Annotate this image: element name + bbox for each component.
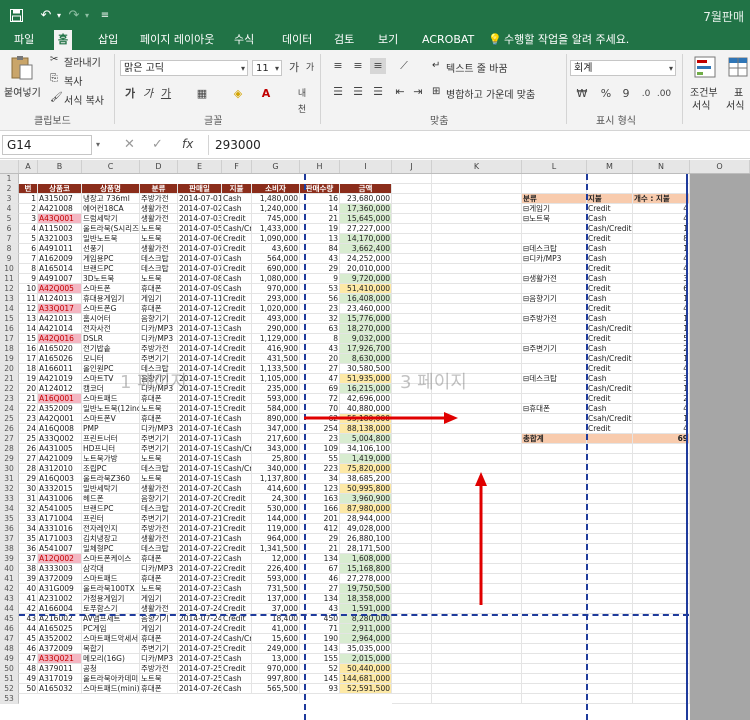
font-name-value: 맑은 고딕 <box>124 63 164 74</box>
alignment-group-label: 맞춤 <box>430 116 449 127</box>
name-box[interactable]: G14 <box>2 135 92 155</box>
enter-icon[interactable]: ✓ <box>152 137 163 152</box>
ribbon-separator <box>566 54 567 124</box>
arrow-right-head <box>444 412 458 424</box>
align-middle-icon[interactable]: ≡ <box>350 58 366 74</box>
copy-button[interactable]: 복사 <box>64 73 82 88</box>
name-box-dropdown-icon[interactable]: ▾ <box>96 140 100 149</box>
redo-dropdown-icon[interactable]: ▾ <box>82 6 92 24</box>
copy-icon[interactable]: ⎘ <box>50 73 58 84</box>
align-center-icon[interactable]: ☰ <box>350 84 366 100</box>
font-size-select[interactable]: 11 ▾ <box>252 60 282 76</box>
ribbon-separator <box>682 54 683 124</box>
tab-home[interactable]: 홈 <box>54 30 73 50</box>
percent-button[interactable]: % <box>598 86 614 102</box>
tab-insert[interactable]: 삽입 <box>94 30 122 50</box>
redo-icon[interactable]: ↷ <box>66 6 82 24</box>
wrap-text-button[interactable]: 텍스트 줄 바꿈 <box>446 60 508 75</box>
window-title: 7월판매 <box>703 10 744 24</box>
format-painter-icon[interactable]: 🖌 <box>50 92 63 103</box>
border-icon[interactable]: ▦ <box>194 86 210 102</box>
undo-dropdown-icon[interactable]: ▾ <box>54 6 64 24</box>
ribbon-tabs: 파일 홈 삽입 페이지 레이아웃 수식 데이터 검토 보기 ACROBAT 💡 … <box>0 30 750 50</box>
indent-decrease-icon[interactable]: ⇤ <box>392 84 408 100</box>
paste-icon[interactable] <box>8 54 36 82</box>
tab-acrobat[interactable]: ACROBAT <box>418 30 478 50</box>
font-group-label: 글꼴 <box>204 116 223 127</box>
comma-button[interactable]: 9 <box>618 86 634 102</box>
conditional-format-button-line2[interactable]: 서식 <box>692 97 710 112</box>
clipboard-group-label: 클립보드 <box>34 116 71 127</box>
tab-review[interactable]: 검토 <box>330 30 358 50</box>
align-right-icon[interactable]: ☰ <box>370 84 386 100</box>
chevron-down-icon: ▾ <box>274 64 279 73</box>
orientation-icon[interactable]: ⟋ <box>396 58 412 74</box>
chevron-down-icon: ▾ <box>240 64 245 73</box>
font-color-icon[interactable]: A <box>258 86 274 102</box>
cut-button[interactable]: 잘라내기 <box>64 54 101 69</box>
format-painter-button[interactable]: 서식 복사 <box>64 92 104 107</box>
align-top-icon[interactable]: ≡ <box>330 58 346 74</box>
font-shrink-icon[interactable]: 가 <box>302 60 318 76</box>
phonetic-icon[interactable]: 내천 <box>294 86 310 115</box>
font-grow-icon[interactable]: 가 <box>286 60 302 76</box>
table-format-button-line2[interactable]: 서식 <box>726 97 744 112</box>
worksheet-grid[interactable]: ABCDEFGHIJKLMNO 1 2 번 상품코 상품명 분류 판매일 지불 소비자 판매수량 금… <box>0 160 750 720</box>
insert-function-icon[interactable]: fx <box>182 137 193 151</box>
customize-icon[interactable]: ≡ <box>98 6 112 24</box>
save-icon[interactable] <box>8 6 24 24</box>
merge-center-button[interactable]: 병합하고 가운데 맞춤 <box>446 86 535 101</box>
ribbon-separator <box>114 54 115 124</box>
wrap-text-icon[interactable]: ↵ <box>432 60 440 71</box>
fill-color-icon[interactable]: ◈ <box>230 86 246 102</box>
tab-view[interactable]: 보기 <box>374 30 402 50</box>
formula-input[interactable]: 293000 <box>208 135 748 155</box>
formula-bar: G14 ▾ ✕ ✓ fx 293000 <box>0 132 750 159</box>
ribbon-separator <box>320 54 321 124</box>
align-left-icon[interactable]: ☰ <box>330 84 346 100</box>
tab-page-layout[interactable]: 페이지 레이아웃 <box>136 30 218 50</box>
cut-icon[interactable]: ✂ <box>50 54 58 65</box>
tab-formulas[interactable]: 수식 <box>230 30 258 50</box>
table-format-icon[interactable] <box>728 56 748 78</box>
currency-icon[interactable]: ₩ <box>574 86 590 102</box>
paste-button[interactable]: 붙여넣기 <box>4 84 41 99</box>
cancel-icon[interactable]: ✕ <box>124 137 135 152</box>
arrow-up-head <box>475 472 487 486</box>
undo-icon[interactable]: ↶ <box>38 6 54 24</box>
tab-data[interactable]: 데이터 <box>278 30 316 50</box>
annotation-arrows <box>304 412 487 605</box>
conditional-format-icon[interactable] <box>694 56 716 78</box>
chevron-down-icon: ▾ <box>668 64 673 73</box>
font-size-value: 11 <box>256 63 269 74</box>
font-name-select[interactable]: 맑은 고딕 ▾ <box>120 60 248 76</box>
align-bottom-icon[interactable]: ≡ <box>370 58 386 74</box>
italic-button[interactable]: 가 <box>140 86 156 102</box>
number-format-select[interactable]: 회계 ▾ <box>570 60 676 76</box>
underline-button[interactable]: 가 <box>158 86 174 102</box>
indent-increase-icon[interactable]: ⇥ <box>410 84 426 100</box>
tell-me-box[interactable]: 수행할 작업을 알려 주세요. <box>500 30 633 50</box>
number-group-label: 표시 형식 <box>596 116 636 127</box>
number-format-value: 회계 <box>574 63 593 74</box>
increase-decimal-icon[interactable]: .0 <box>638 86 654 102</box>
title-bar: ↶ ▾ ↷ ▾ ≡ 7월판매 <box>0 0 750 30</box>
bold-button[interactable]: 가 <box>122 86 138 102</box>
merge-icon[interactable]: ⊞ <box>432 86 440 97</box>
decrease-decimal-icon[interactable]: .00 <box>656 86 672 102</box>
tab-file[interactable]: 파일 <box>10 30 38 50</box>
ribbon: 붙여넣기 ✂ 잘라내기 ⎘ 복사 🖌 서식 복사 클립보드 맑은 고딕 ▾ 11 ▾… <box>0 50 750 131</box>
